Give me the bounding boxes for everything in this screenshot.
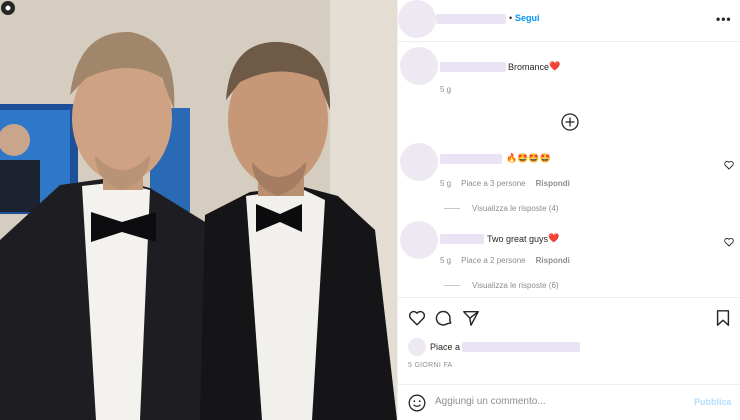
replies-divider <box>444 208 460 209</box>
comment-likes[interactable]: Piace a 3 persone <box>461 179 526 188</box>
comment-emoji: ❤️ <box>549 61 561 71</box>
instagram-post: • Segui ••• Bromance ❤️ 5 g 🔥🤩🤩🤩 5 g Pia… <box>0 0 740 420</box>
liker-avatar <box>408 338 426 356</box>
photo-illustration <box>0 0 397 420</box>
comment-body: Bromance ❤️ <box>440 61 560 72</box>
heart-small-icon[interactable] <box>724 160 734 170</box>
comment-emoji: 🔥🤩🤩🤩 <box>506 153 551 163</box>
emoji-icon[interactable] <box>408 394 426 412</box>
comment-body: 🔥🤩🤩🤩 <box>440 153 551 164</box>
comments-list: Bromance ❤️ 5 g 🔥🤩🤩🤩 5 g Piace a 3 perso… <box>398 43 740 296</box>
comment-time[interactable]: 5 g <box>440 85 451 94</box>
comment-icon[interactable] <box>435 309 453 327</box>
likers-redacted[interactable] <box>462 342 581 352</box>
heart-icon[interactable] <box>408 309 426 327</box>
view-replies-button[interactable]: Visualizza le risposte (6) <box>444 281 559 290</box>
comment-time[interactable]: 5 g <box>440 179 451 188</box>
commenter-avatar[interactable] <box>400 47 438 85</box>
comment-body: Two great guys ❤️ <box>440 233 559 244</box>
likes-prefix: Piace a <box>430 342 461 352</box>
comment-time[interactable]: 5 g <box>440 256 451 265</box>
likes-summary[interactable]: Piace a <box>408 338 581 356</box>
commenter-avatar[interactable] <box>400 143 438 181</box>
replies-divider <box>444 285 460 286</box>
view-replies-button[interactable]: Visualizza le risposte (4) <box>444 204 559 213</box>
add-comment-bar: Pubblica <box>398 384 740 420</box>
bookmark-icon[interactable] <box>714 309 732 327</box>
comment-meta: 5 g Piace a 2 persone Rispondi <box>440 256 570 265</box>
author-username-redacted[interactable] <box>436 14 506 24</box>
more-icon[interactable]: ••• <box>716 12 732 26</box>
publish-button[interactable]: Pubblica <box>694 397 732 407</box>
send-icon[interactable] <box>462 309 480 327</box>
author-avatar[interactable] <box>398 0 436 38</box>
follow-button[interactable]: Segui <box>515 13 540 23</box>
post-header: • Segui ••• <box>398 0 740 42</box>
post-date[interactable]: 5 GIORNI FA <box>408 362 453 369</box>
comment-text: Two great guys <box>487 233 549 244</box>
commenter-username-redacted[interactable] <box>440 153 502 164</box>
comment-input[interactable] <box>435 396 675 407</box>
comment-text: Bromance <box>508 61 550 72</box>
heart-small-icon[interactable] <box>724 237 734 247</box>
post-actions <box>398 297 740 337</box>
plus-circle-icon[interactable] <box>561 113 579 131</box>
comment-likes[interactable]: Piace a 2 persone <box>461 256 526 265</box>
comment-meta: 5 g Piace a 3 persone Rispondi <box>440 179 570 188</box>
header-separator: • <box>509 13 513 23</box>
reply-button[interactable]: Rispondi <box>536 179 570 188</box>
comment-emoji: ❤️ <box>548 233 560 243</box>
commenter-avatar[interactable] <box>400 221 438 259</box>
view-replies-label[interactable]: Visualizza le risposte (4) <box>472 204 559 213</box>
view-replies-label[interactable]: Visualizza le risposte (6) <box>472 281 559 290</box>
comment-meta: 5 g <box>440 85 451 94</box>
post-photo[interactable] <box>0 0 397 420</box>
post-side-panel: • Segui ••• Bromance ❤️ 5 g 🔥🤩🤩🤩 5 g Pia… <box>397 0 740 420</box>
photo-settings-icon[interactable] <box>0 0 16 16</box>
commenter-username-redacted[interactable] <box>440 61 506 72</box>
commenter-username-redacted[interactable] <box>440 233 484 244</box>
reply-button[interactable]: Rispondi <box>536 256 570 265</box>
